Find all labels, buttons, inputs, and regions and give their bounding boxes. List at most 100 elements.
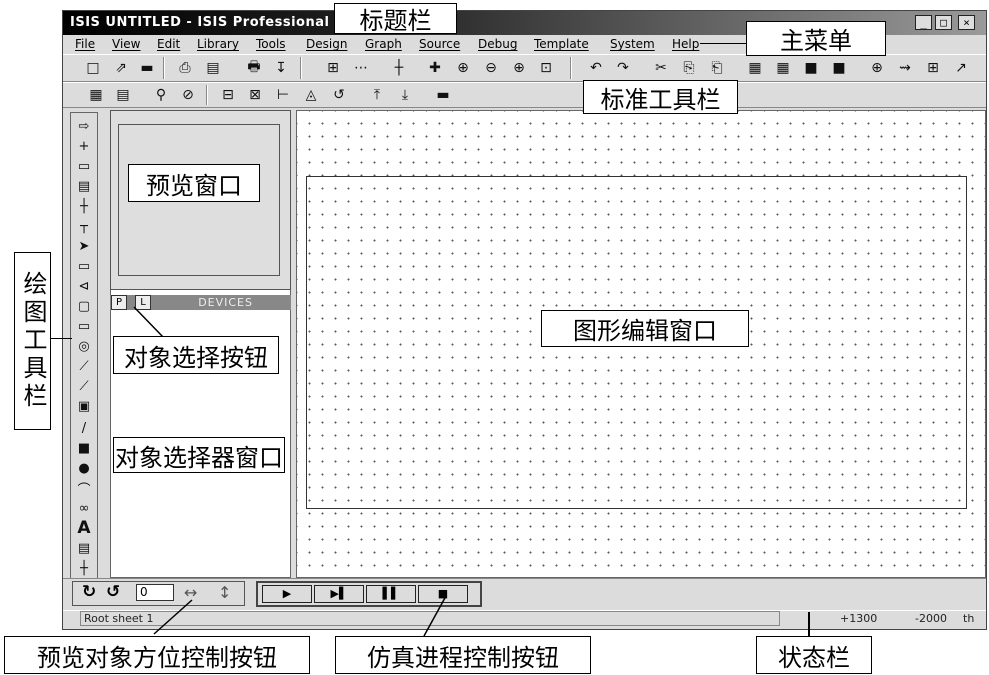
symbol-icon[interactable]: ▤ bbox=[72, 538, 96, 558]
current-probe-icon[interactable]: ⟋ bbox=[72, 376, 96, 396]
origin-icon[interactable]: ┼ bbox=[388, 58, 410, 78]
pick-devices-button[interactable]: P bbox=[111, 295, 127, 310]
pause-button[interactable]: ▌▌ bbox=[366, 585, 416, 603]
block-delete-icon[interactable]: ■ bbox=[828, 58, 850, 78]
redraw-icon[interactable]: ⊞ bbox=[322, 58, 344, 78]
bom-icon[interactable]: ⤒ bbox=[366, 85, 388, 105]
menu-file[interactable]: File bbox=[75, 37, 95, 51]
menu-system[interactable]: System bbox=[610, 37, 655, 51]
close-button[interactable]: × bbox=[958, 15, 975, 30]
callout-orientation-control-buttons: 预览对象方位控制按钮 bbox=[4, 636, 310, 674]
copy-icon[interactable]: ⎘ bbox=[678, 58, 700, 78]
menu-view[interactable]: View bbox=[112, 37, 140, 51]
terminal-icon[interactable]: ▭ bbox=[72, 256, 96, 276]
leader-status-bar bbox=[808, 612, 810, 638]
property-tool-icon[interactable]: ▤ bbox=[112, 85, 134, 105]
path-icon[interactable]: ∞ bbox=[72, 498, 96, 518]
property-assign-icon[interactable]: ⊘ bbox=[177, 85, 199, 105]
junction-dot-icon[interactable]: ▭ bbox=[72, 156, 96, 176]
zoom-all-icon[interactable]: ⊕ bbox=[508, 58, 530, 78]
selection-mode-icon[interactable]: ⇨ bbox=[72, 116, 96, 136]
netlist-icon[interactable]: ◬ bbox=[300, 85, 322, 105]
grid-icon[interactable]: ⋯ bbox=[350, 58, 372, 78]
play-button[interactable]: ▶ bbox=[262, 585, 312, 603]
menu-tools[interactable]: Tools bbox=[256, 37, 286, 51]
menu-design[interactable]: Design bbox=[306, 37, 347, 51]
decompose-icon[interactable]: ↗ bbox=[950, 58, 972, 78]
open-file-icon[interactable]: ⇗ bbox=[110, 58, 132, 78]
status-coord-x: +1300 bbox=[840, 612, 878, 625]
subcircuit-icon[interactable]: ➤ bbox=[72, 236, 96, 256]
bus-icon[interactable]: ┬ bbox=[72, 216, 96, 236]
delete-sheet-icon[interactable]: ⊠ bbox=[244, 85, 266, 105]
component-mode-icon[interactable]: + bbox=[72, 136, 96, 156]
graph-mode-icon[interactable]: ▢ bbox=[72, 296, 96, 316]
callout-object-selector-window: 对象选择器窗口 bbox=[113, 437, 285, 473]
zoom-in-icon[interactable]: ⊕ bbox=[452, 58, 474, 78]
rotate-clockwise-icon[interactable]: ↻ bbox=[82, 582, 96, 602]
print-icon[interactable]: 🖶 bbox=[243, 58, 265, 78]
callout-object-select-button: 对象选择按钮 bbox=[113, 336, 279, 374]
text-icon[interactable]: A bbox=[72, 518, 96, 538]
toolbar-separator bbox=[206, 85, 208, 105]
menu-debug[interactable]: Debug bbox=[478, 37, 517, 51]
leader-simulation-buttons bbox=[423, 595, 447, 637]
menu-graph[interactable]: Graph bbox=[365, 37, 402, 51]
packaging-tool-icon[interactable]: ⊞ bbox=[922, 58, 944, 78]
line-icon[interactable]: / bbox=[72, 418, 96, 438]
device-pin-icon[interactable]: ⊲ bbox=[72, 276, 96, 296]
block-move-icon[interactable]: ▦ bbox=[772, 58, 794, 78]
menu-source[interactable]: Source bbox=[419, 37, 460, 51]
callout-main-menu: 主菜单 bbox=[746, 21, 886, 56]
zoom-out-icon[interactable]: ⊖ bbox=[480, 58, 502, 78]
set-area-icon[interactable]: ↧ bbox=[270, 58, 292, 78]
window-title: ISIS UNTITLED - ISIS Professional bbox=[70, 15, 330, 30]
virtual-instrument-icon[interactable]: ▣ bbox=[72, 396, 96, 416]
maximize-button[interactable]: □ bbox=[935, 15, 952, 30]
block-copy-icon[interactable]: ▦ bbox=[744, 58, 766, 78]
new-sheet-icon[interactable]: ⊟ bbox=[217, 85, 239, 105]
voltage-probe-icon[interactable]: ⟋ bbox=[72, 356, 96, 376]
redo-icon[interactable]: ↷ bbox=[612, 58, 634, 78]
generator-icon[interactable]: ◎ bbox=[72, 336, 96, 356]
wire-label-icon[interactable]: ▤ bbox=[72, 176, 96, 196]
pick-device-icon[interactable]: ⊕ bbox=[866, 58, 888, 78]
pan-icon[interactable]: ✚ bbox=[424, 58, 446, 78]
step-button[interactable]: ▶▌ bbox=[314, 585, 364, 603]
erc-icon[interactable]: ⤓ bbox=[394, 85, 416, 105]
tape-recorder-icon[interactable]: ▭ bbox=[72, 316, 96, 336]
netlist-to-ares-icon[interactable]: ▬ bbox=[432, 85, 454, 105]
export-icon[interactable]: ▤ bbox=[202, 58, 224, 78]
exit-to-parent-icon[interactable]: ⊢ bbox=[272, 85, 294, 105]
block-rotate-icon[interactable]: ■ bbox=[800, 58, 822, 78]
callout-graphic-edit-window: 图形编辑窗口 bbox=[541, 310, 749, 347]
rotate-icon[interactable]: ↺ bbox=[328, 85, 350, 105]
import-icon[interactable]: ⎙ bbox=[174, 58, 196, 78]
callout-simulation-control-buttons: 仿真进程控制按钮 bbox=[335, 636, 591, 674]
menu-library[interactable]: Library bbox=[197, 37, 239, 51]
minimize-button[interactable]: _ bbox=[915, 15, 932, 30]
text-script-icon[interactable]: ┼ bbox=[72, 196, 96, 216]
undo-icon[interactable]: ↶ bbox=[585, 58, 607, 78]
callout-status-bar: 状态栏 bbox=[756, 636, 872, 674]
toolbar-separator bbox=[300, 57, 302, 79]
toolbar-separator bbox=[570, 57, 572, 79]
marker-icon[interactable]: ┼ bbox=[72, 558, 96, 578]
menu-edit[interactable]: Edit bbox=[157, 37, 180, 51]
paste-icon[interactable]: ⎗ bbox=[706, 58, 728, 78]
circle-icon[interactable]: ● bbox=[72, 458, 96, 478]
menu-help[interactable]: Help bbox=[672, 37, 699, 51]
make-device-icon[interactable]: ⇝ bbox=[894, 58, 916, 78]
mirror-vertical-icon[interactable]: ↕ bbox=[218, 583, 231, 602]
menu-template[interactable]: Template bbox=[534, 37, 589, 51]
rotate-anticlockwise-icon[interactable]: ↺ bbox=[106, 582, 120, 602]
search-icon[interactable]: ⚲ bbox=[150, 85, 172, 105]
arc-icon[interactable]: ⌒ bbox=[72, 478, 96, 498]
save-icon[interactable]: ▬ bbox=[136, 58, 158, 78]
box-icon[interactable]: ■ bbox=[72, 438, 96, 458]
wire-autorouter-icon[interactable]: ▦ bbox=[85, 85, 107, 105]
cut-icon[interactable]: ✂ bbox=[650, 58, 672, 78]
new-file-icon[interactable]: □ bbox=[82, 58, 104, 78]
zoom-area-icon[interactable]: ⊡ bbox=[535, 58, 557, 78]
callout-drawing-toolbar: 绘图工具栏 bbox=[14, 252, 51, 430]
